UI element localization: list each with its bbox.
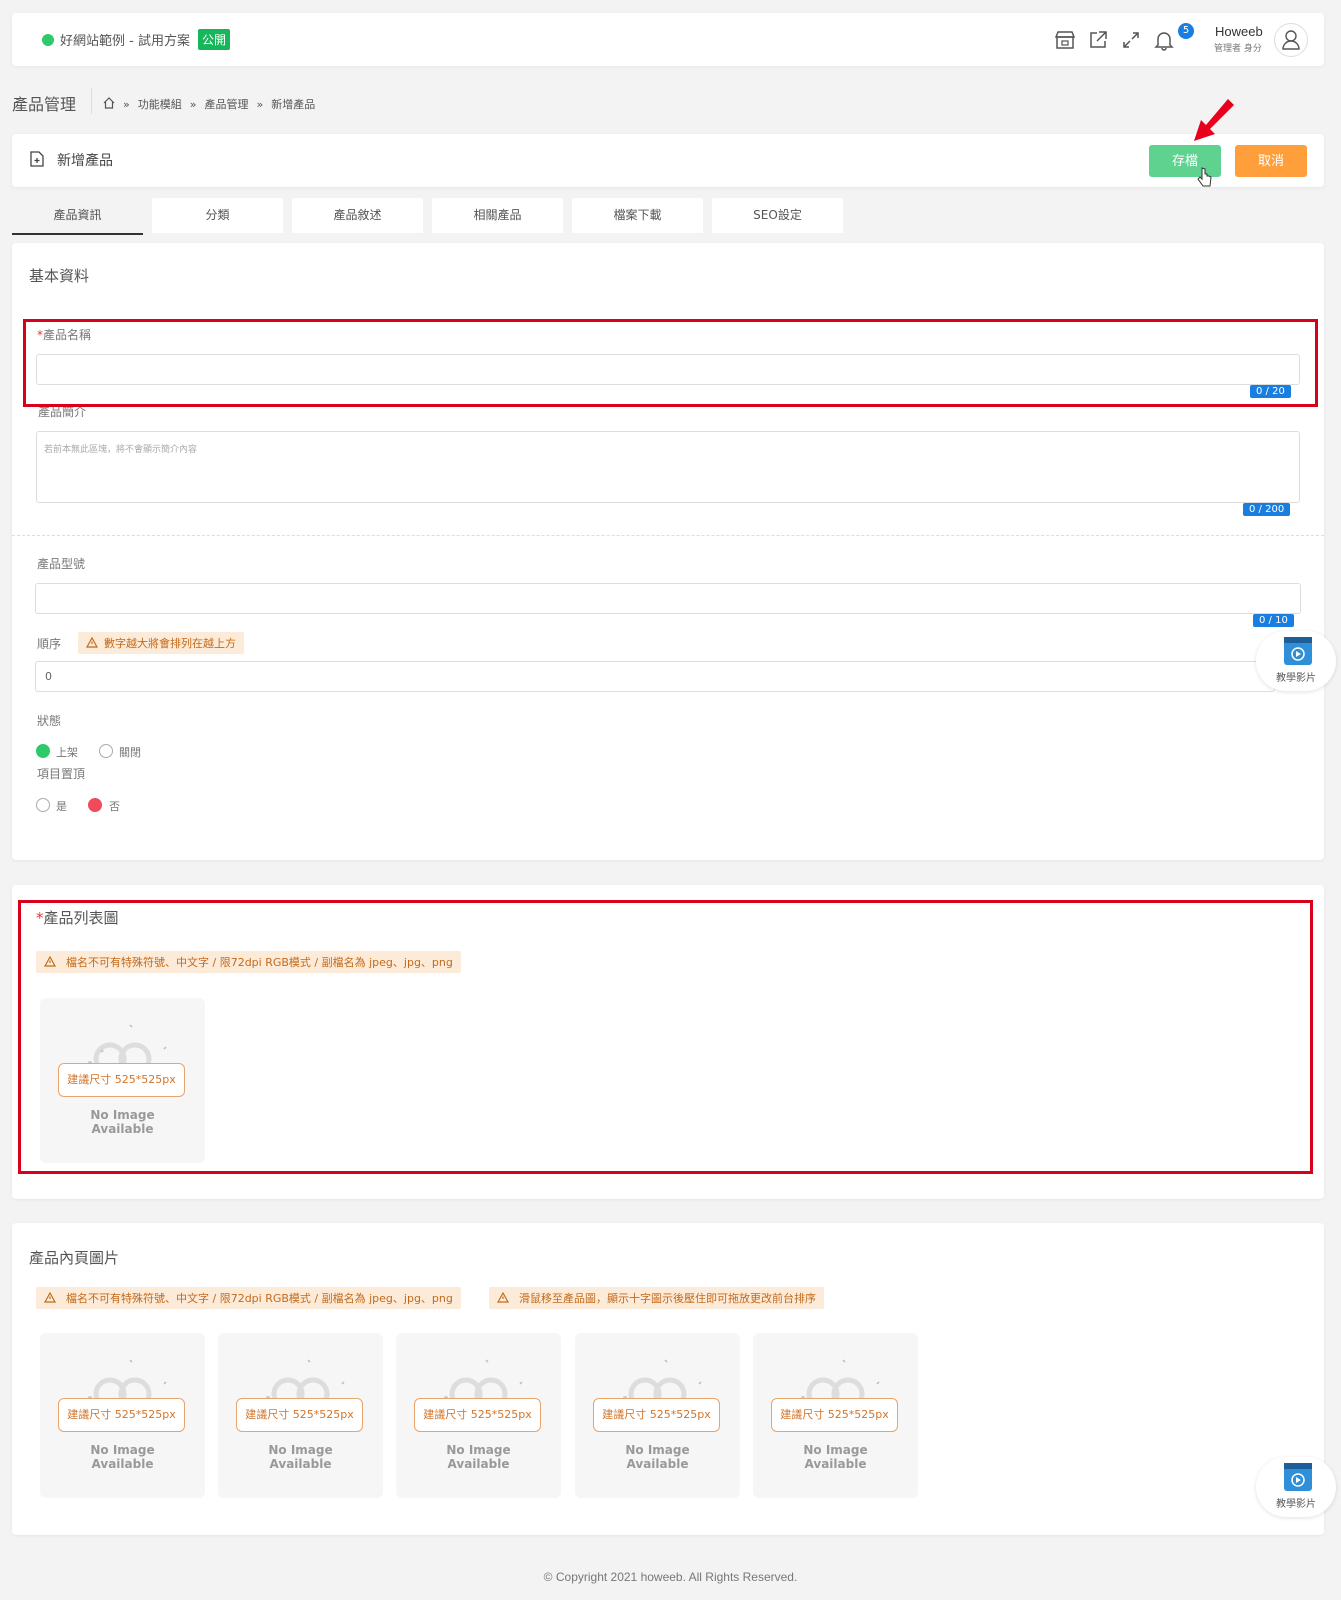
breadcrumb-item-products[interactable]: 產品管理 <box>204 96 248 112</box>
cancel-button[interactable]: 取消 <box>1235 145 1307 177</box>
size-hint: 建議尺寸 525*525px <box>236 1398 363 1432</box>
pin-top-no-radio[interactable] <box>88 798 102 812</box>
inner-image-upload[interactable]: 建議尺寸 525*525px No Image Available <box>218 1333 383 1498</box>
pin-top-no-label: 否 <box>109 800 120 813</box>
site-status-dot <box>42 34 54 46</box>
inner-images-title: 產品內頁圖片 <box>29 1249 120 1267</box>
tab-file-download[interactable]: 檔案下載 <box>572 198 703 233</box>
video-icon <box>1284 637 1312 665</box>
product-intro-textarea[interactable] <box>36 431 1300 503</box>
tab-category[interactable]: 分類 <box>152 198 283 233</box>
tab-bar: 產品資訊 分類 產品敘述 相關產品 檔案下載 SEO設定 <box>12 198 843 236</box>
product-intro-counter: 0 / 200 <box>1243 503 1291 516</box>
notification-count-badge: 5 <box>1178 23 1194 39</box>
inner-image-upload[interactable]: 建議尺寸 525*525px No Image Available <box>40 1333 205 1498</box>
inner-images-sort-hint: 滑鼠移至產品圖，顯示十字圖示後壓住即可拖放更改前台排序 <box>489 1287 824 1309</box>
pin-top-yes-radio[interactable] <box>36 798 50 812</box>
video-help-button[interactable]: 教學影片 <box>1256 1457 1336 1517</box>
size-hint: 建議尺寸 525*525px <box>771 1398 898 1432</box>
tab-related-products[interactable]: 相關產品 <box>432 198 563 233</box>
warning-icon <box>43 1291 57 1303</box>
breadcrumb-item-new-product: 新增產品 <box>271 98 316 111</box>
no-image-text: No Image Available <box>803 1443 868 1471</box>
size-hint: 建議尺寸 525*525px <box>58 1398 185 1432</box>
breadcrumb-separator: » <box>123 97 130 111</box>
product-intro-placeholder: 若前本無此區塊，將不會顯示簡介內容 <box>44 445 198 455</box>
status-off-radio[interactable] <box>99 744 113 758</box>
status-label: 狀態 <box>37 714 62 728</box>
video-icon <box>1284 1463 1312 1491</box>
no-image-text: No Image Available <box>90 1443 155 1471</box>
order-input[interactable]: 0 <box>35 661 1275 692</box>
breadcrumb-item-modules[interactable]: 功能模組 <box>138 96 182 112</box>
bell-icon[interactable] <box>1153 29 1175 51</box>
no-image-text: No Image Available <box>446 1443 511 1471</box>
tab-product-info[interactable]: 產品資訊 <box>12 198 143 235</box>
status-on-radio[interactable] <box>36 744 50 758</box>
external-link-icon[interactable] <box>1087 29 1109 51</box>
warning-icon <box>496 1291 510 1303</box>
user-avatar[interactable] <box>1274 23 1308 57</box>
status-off-label: 關閉 <box>119 746 141 759</box>
no-image-text: No Image Available <box>268 1443 333 1471</box>
inner-image-upload[interactable]: 建議尺寸 525*525px No Image Available <box>575 1333 740 1498</box>
product-model-input[interactable] <box>35 583 1301 614</box>
breadcrumb-separator: » <box>256 97 264 111</box>
inner-image-upload[interactable]: 建議尺寸 525*525px No Image Available <box>753 1333 918 1498</box>
order-warning: 數字越大將會排列在越上方 <box>78 632 244 654</box>
product-model-label: 產品型號 <box>37 557 86 571</box>
fullscreen-icon[interactable] <box>1120 29 1142 51</box>
breadcrumb-separator: » <box>189 97 197 111</box>
user-icon <box>1282 30 1300 50</box>
video-help-label: 教學影片 <box>1276 673 1316 684</box>
form-header: 新增產品 存檔 取消 <box>12 134 1324 187</box>
section-divider <box>12 535 1324 536</box>
video-help-button[interactable]: 教學影片 <box>1256 631 1336 691</box>
tab-seo[interactable]: SEO設定 <box>712 198 843 233</box>
store-icon[interactable] <box>1054 29 1076 51</box>
highlight-box-product-name <box>23 319 1318 407</box>
product-model-counter: 0 / 10 <box>1253 614 1294 627</box>
basic-info-title: 基本資料 <box>29 267 90 285</box>
cursor-hand-icon <box>1197 167 1212 187</box>
home-icon[interactable] <box>103 96 115 112</box>
breadcrumb-divider <box>91 88 92 114</box>
red-arrow-icon <box>1194 99 1234 141</box>
status-on-label: 上架 <box>56 746 78 759</box>
order-label: 順序 <box>37 637 62 651</box>
site-public-badge: 公開 <box>198 29 231 50</box>
size-hint: 建議尺寸 525*525px <box>414 1398 541 1432</box>
site-name[interactable]: 好網站範例 - 試用方案 <box>60 30 190 49</box>
user-role: 管理者 身分 <box>1214 44 1262 54</box>
video-help-label: 教學影片 <box>1276 1499 1316 1510</box>
no-image-text: No Image Available <box>625 1443 690 1471</box>
form-title: 新增產品 <box>57 153 113 169</box>
warning-icon <box>85 636 99 648</box>
tab-product-description[interactable]: 產品敘述 <box>292 198 423 233</box>
inner-images-warning: 檔名不可有特殊符號、中文字 / 限72dpi RGB模式 / 副檔名為 jpeg… <box>36 1287 461 1309</box>
footer-copyright: © Copyright 2021 howeeb. All Rights Rese… <box>543 1570 798 1584</box>
pin-top-yes-label: 是 <box>56 800 67 813</box>
inner-image-upload[interactable]: 建議尺寸 525*525px No Image Available <box>396 1333 561 1498</box>
top-bar: 好網站範例 - 試用方案 公開 5 Howeeb 管理者 身分 <box>12 13 1324 66</box>
user-name: Howeeb <box>1215 24 1263 39</box>
pin-top-label: 項目置頂 <box>37 767 86 781</box>
size-hint: 建議尺寸 525*525px <box>593 1398 720 1432</box>
file-add-icon <box>30 151 44 170</box>
highlight-box-list-image <box>18 900 1313 1174</box>
page-title: 產品管理 <box>12 95 77 114</box>
inner-images-card: 產品內頁圖片 檔名不可有特殊符號、中文字 / 限72dpi RGB模式 / 副檔… <box>12 1223 1324 1535</box>
breadcrumb: » 功能模組 » 產品管理 » 新增產品 <box>103 96 315 112</box>
order-value: 0 <box>45 670 52 683</box>
